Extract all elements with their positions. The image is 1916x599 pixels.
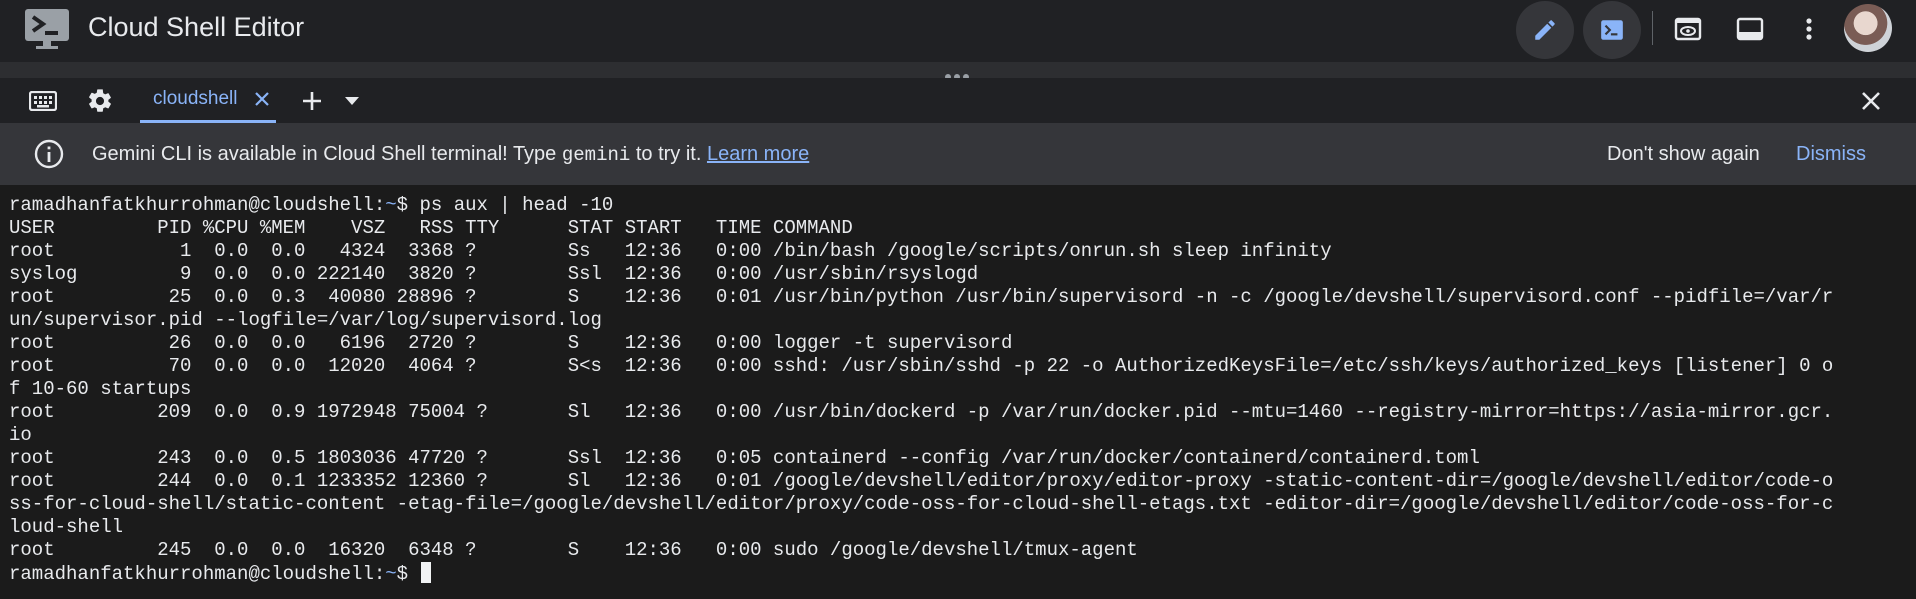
learn-more-link[interactable]: Learn more	[707, 143, 809, 165]
terminal[interactable]: ramadhanfatkhurrohman@cloudshell:~$ ps a…	[0, 185, 1916, 599]
output-line: USER PID %CPU %MEM VSZ RSS TTY STAT STAR…	[9, 217, 853, 239]
chevron-down-icon	[345, 97, 359, 105]
eye-preview-icon	[1674, 17, 1702, 41]
gear-icon	[89, 89, 111, 112]
terminal-prompt-icon	[1601, 20, 1623, 40]
drag-grip-icon	[945, 67, 973, 80]
panel-resize-handle[interactable]	[0, 62, 1916, 80]
output-line: root 245 0.0 0.0 16320 6348 ? S 12:36 0:…	[9, 539, 1138, 561]
dont-show-again-button[interactable]: Don't show again	[1607, 143, 1760, 166]
dismiss-button[interactable]: Dismiss	[1796, 143, 1866, 166]
web-preview-button[interactable]	[1664, 5, 1712, 53]
banner-text-after: to try it.	[630, 143, 707, 165]
terminal-button[interactable]	[1583, 1, 1641, 59]
more-options-button[interactable]	[1785, 5, 1833, 53]
info-icon	[34, 139, 64, 169]
output-line: root 1 0.0 0.0 4324 3368 ? Ss 12:36 0:00…	[9, 240, 1332, 262]
text-cursor	[421, 562, 432, 583]
close-panel-button[interactable]	[1857, 87, 1885, 115]
prompt-suffix: $	[396, 563, 420, 585]
keyboard-icon	[29, 91, 57, 111]
prompt-user: ramadhanfatkhurrohman@cloudshell:	[9, 563, 386, 585]
add-tab-button[interactable]	[298, 87, 326, 115]
output-line: io	[9, 424, 32, 446]
close-icon	[1862, 92, 1880, 110]
output-line: syslog 9 0.0 0.0 222140 3820 ? Ssl 12:36…	[9, 263, 979, 285]
avatar[interactable]	[1844, 4, 1892, 52]
terminal-monitor-icon	[25, 9, 69, 49]
banner-command: gemini	[561, 144, 631, 166]
output-line: root 25 0.0 0.3 40080 28896 ? S 12:36 0:…	[9, 286, 1834, 308]
terminal-tab-bar: cloudshell	[0, 78, 1916, 123]
tab-label: cloudshell	[153, 88, 238, 109]
toggle-panel-button[interactable]	[1726, 5, 1774, 53]
prompt-path: ~	[385, 194, 397, 216]
output-line: root 243 0.0 0.5 1803036 47720 ? Ssl 12:…	[9, 447, 1480, 469]
prompt-suffix: $	[396, 194, 420, 216]
close-tab-icon[interactable]	[254, 91, 270, 107]
tab-cloudshell[interactable]: cloudshell	[140, 78, 276, 123]
output-line: un/supervisor.pid --logfile=/var/log/sup…	[9, 309, 602, 331]
tab-menu-button[interactable]	[340, 91, 364, 111]
prompt-line: ramadhanfatkhurrohman@cloudshell:~$	[9, 562, 1916, 585]
output-line: root 244 0.0 0.1 1233352 12360 ? Sl 12:3…	[9, 470, 1834, 492]
header-divider	[1652, 11, 1653, 45]
plus-icon	[303, 92, 321, 110]
command-line: ramadhanfatkhurrohman@cloudshell:~$ ps a…	[9, 194, 1916, 217]
app-header: Cloud Shell Editor	[0, 0, 1916, 63]
banner-text-before: Gemini CLI is available in Cloud Shell t…	[92, 143, 562, 165]
output-line: loud-shell	[9, 516, 124, 538]
editor-button[interactable]	[1516, 1, 1574, 59]
output-line: root 209 0.0 0.9 1972948 75004 ? Sl 12:3…	[9, 401, 1834, 423]
settings-button[interactable]	[84, 85, 116, 117]
output-line: root 26 0.0 0.0 6196 2720 ? S 12:36 0:00…	[9, 332, 1013, 354]
typed-command: ps aux | head -10	[419, 194, 614, 216]
prompt-path: ~	[385, 563, 397, 585]
panel-toggle-icon	[1736, 17, 1764, 41]
banner-message: Gemini CLI is available in Cloud Shell t…	[92, 143, 809, 166]
gemini-banner: Gemini CLI is available in Cloud Shell t…	[0, 123, 1916, 185]
pencil-icon	[1535, 20, 1555, 40]
keyboard-button[interactable]	[26, 86, 60, 116]
prompt-user: ramadhanfatkhurrohman@cloudshell:	[9, 194, 386, 216]
more-vert-icon	[1806, 18, 1812, 40]
output-line: f 10-60 startups	[9, 378, 192, 400]
app-title: Cloud Shell Editor	[88, 12, 305, 42]
output-line: root 70 0.0 0.0 12020 4064 ? S<s 12:36 0…	[9, 355, 1834, 377]
output-line: ss-for-cloud-shell/static-content -etag-…	[9, 493, 1834, 515]
